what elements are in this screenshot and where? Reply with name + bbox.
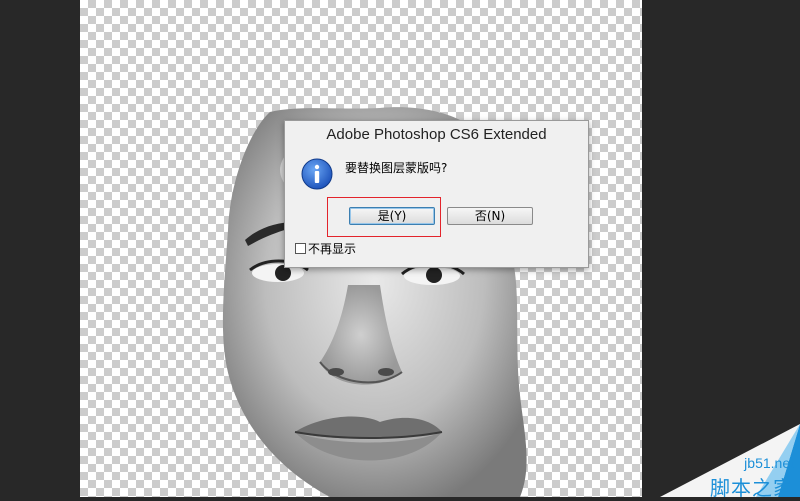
yes-button[interactable]: 是(Y)	[349, 207, 435, 225]
dialog-message: 要替换图层蒙版吗?	[345, 161, 448, 175]
dont-show-again-label: 不再显示	[308, 241, 357, 256]
no-button[interactable]: 否(N)	[447, 207, 533, 225]
info-icon	[301, 158, 333, 190]
dialog-title: Adobe Photoshop CS6 Extended	[326, 126, 547, 143]
dont-show-again-option[interactable]: 不再显示	[295, 241, 357, 256]
workspace-left	[0, 0, 80, 497]
watermark-url: jb51.net	[744, 455, 794, 471]
dont-show-again-checkbox[interactable]	[295, 242, 306, 254]
replace-layer-mask-dialog: Adobe Photoshop CS6 Extended 要替换图层蒙版吗? 是…	[284, 120, 589, 268]
workspace-right	[642, 0, 800, 497]
